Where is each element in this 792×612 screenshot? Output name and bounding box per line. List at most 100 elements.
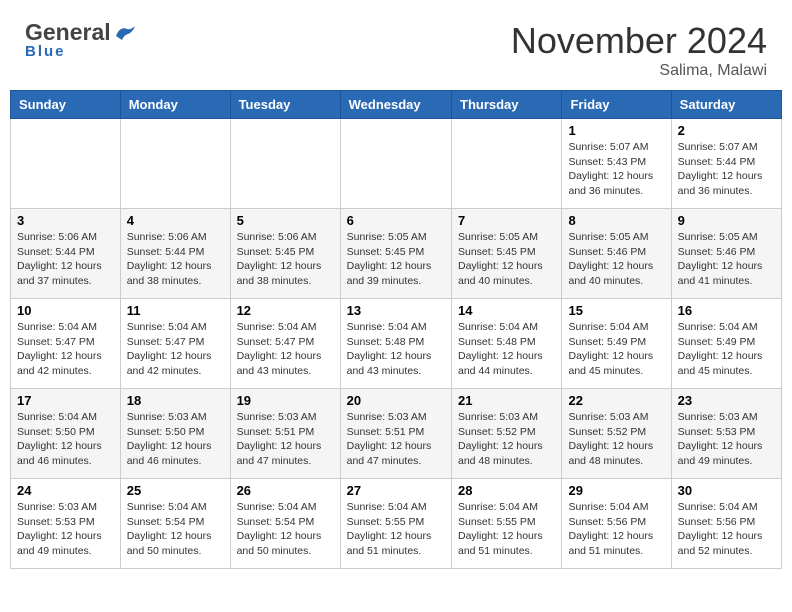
day-number: 8 [568, 213, 664, 228]
calendar-cell: 8 Sunrise: 5:05 AMSunset: 5:46 PMDaylight… [562, 209, 671, 299]
day-number: 21 [458, 393, 555, 408]
col-wednesday: Wednesday [340, 91, 451, 119]
day-info: Sunrise: 5:07 AMSunset: 5:43 PMDaylight:… [568, 140, 664, 199]
day-number: 5 [237, 213, 334, 228]
logo-general: General [25, 20, 111, 45]
calendar-cell [452, 119, 562, 209]
calendar-cell: 12 Sunrise: 5:04 AMSunset: 5:47 PMDayligh… [230, 299, 340, 389]
day-info: Sunrise: 5:05 AMSunset: 5:46 PMDaylight:… [678, 230, 775, 289]
calendar-cell: 26 Sunrise: 5:04 AMSunset: 5:54 PMDayligh… [230, 479, 340, 569]
calendar-cell: 23 Sunrise: 5:03 AMSunset: 5:53 PMDayligh… [671, 389, 781, 479]
day-info: Sunrise: 5:04 AMSunset: 5:49 PMDaylight:… [568, 320, 664, 379]
day-number: 2 [678, 123, 775, 138]
calendar-cell: 10Sunrise: 5:04 AMSunset: 5:47 PMDayligh… [11, 299, 121, 389]
calendar-cell: 16Sunrise: 5:04 AMSunset: 5:49 PMDayligh… [671, 299, 781, 389]
calendar-cell: 21 Sunrise: 5:03 AMSunset: 5:52 PMDayligh… [452, 389, 562, 479]
day-number: 4 [127, 213, 224, 228]
calendar-cell: 22 Sunrise: 5:03 AMSunset: 5:52 PMDayligh… [562, 389, 671, 479]
day-number: 9 [678, 213, 775, 228]
week-row-1: 1 Sunrise: 5:07 AMSunset: 5:43 PMDaylight… [11, 119, 782, 209]
calendar-cell [230, 119, 340, 209]
day-info: Sunrise: 5:03 AMSunset: 5:53 PMDaylight:… [678, 410, 775, 469]
day-info: Sunrise: 5:04 AMSunset: 5:55 PMDaylight:… [458, 500, 555, 559]
location: Salima, Malawi [511, 62, 767, 80]
calendar-cell: 15 Sunrise: 5:04 AMSunset: 5:49 PMDayligh… [562, 299, 671, 389]
day-number: 29 [568, 483, 664, 498]
calendar-cell: 17 Sunrise: 5:04 AMSunset: 5:50 PMDayligh… [11, 389, 121, 479]
day-info: Sunrise: 5:04 AMSunset: 5:48 PMDaylight:… [347, 320, 445, 379]
day-number: 30 [678, 483, 775, 498]
day-info: Sunrise: 5:03 AMSunset: 5:52 PMDaylight:… [458, 410, 555, 469]
day-number: 25 [127, 483, 224, 498]
day-info: Sunrise: 5:06 AMSunset: 5:44 PMDaylight:… [17, 230, 114, 289]
calendar-cell: 24 Sunrise: 5:03 AMSunset: 5:53 PMDayligh… [11, 479, 121, 569]
calendar-cell: 4 Sunrise: 5:06 AMSunset: 5:44 PMDaylight… [120, 209, 230, 299]
day-info: Sunrise: 5:04 AMSunset: 5:56 PMDaylight:… [678, 500, 775, 559]
calendar-cell: 28 Sunrise: 5:04 AMSunset: 5:55 PMDayligh… [452, 479, 562, 569]
calendar-cell: 11Sunrise: 5:04 AMSunset: 5:47 PMDayligh… [120, 299, 230, 389]
day-number: 24 [17, 483, 114, 498]
day-number: 12 [237, 303, 334, 318]
day-info: Sunrise: 5:03 AMSunset: 5:52 PMDaylight:… [568, 410, 664, 469]
page-header: General Blue November 2024 Salima, Malaw… [10, 10, 782, 85]
calendar-cell: 13Sunrise: 5:04 AMSunset: 5:48 PMDayligh… [340, 299, 451, 389]
day-info: Sunrise: 5:07 AMSunset: 5:44 PMDaylight:… [678, 140, 775, 199]
day-info: Sunrise: 5:04 AMSunset: 5:47 PMDaylight:… [127, 320, 224, 379]
col-thursday: Thursday [452, 91, 562, 119]
calendar-cell: 5 Sunrise: 5:06 AMSunset: 5:45 PMDaylight… [230, 209, 340, 299]
calendar-cell: 14Sunrise: 5:04 AMSunset: 5:48 PMDayligh… [452, 299, 562, 389]
week-row-3: 10Sunrise: 5:04 AMSunset: 5:47 PMDayligh… [11, 299, 782, 389]
day-number: 28 [458, 483, 555, 498]
day-number: 22 [568, 393, 664, 408]
day-number: 1 [568, 123, 664, 138]
calendar-cell: 1 Sunrise: 5:07 AMSunset: 5:43 PMDaylight… [562, 119, 671, 209]
day-number: 3 [17, 213, 114, 228]
calendar-header-row: Sunday Monday Tuesday Wednesday Thursday… [11, 91, 782, 119]
day-info: Sunrise: 5:04 AMSunset: 5:54 PMDaylight:… [237, 500, 334, 559]
col-sunday: Sunday [11, 91, 121, 119]
col-monday: Monday [120, 91, 230, 119]
day-info: Sunrise: 5:03 AMSunset: 5:51 PMDaylight:… [347, 410, 445, 469]
month-title: November 2024 [511, 20, 767, 62]
calendar-cell: 9 Sunrise: 5:05 AMSunset: 5:46 PMDaylight… [671, 209, 781, 299]
week-row-2: 3 Sunrise: 5:06 AMSunset: 5:44 PMDaylight… [11, 209, 782, 299]
calendar-cell: 25 Sunrise: 5:04 AMSunset: 5:54 PMDayligh… [120, 479, 230, 569]
day-info: Sunrise: 5:04 AMSunset: 5:50 PMDaylight:… [17, 410, 114, 469]
day-number: 26 [237, 483, 334, 498]
day-info: Sunrise: 5:04 AMSunset: 5:47 PMDaylight:… [237, 320, 334, 379]
col-saturday: Saturday [671, 91, 781, 119]
day-info: Sunrise: 5:05 AMSunset: 5:45 PMDaylight:… [347, 230, 445, 289]
day-info: Sunrise: 5:05 AMSunset: 5:45 PMDaylight:… [458, 230, 555, 289]
day-number: 17 [17, 393, 114, 408]
day-number: 27 [347, 483, 445, 498]
calendar-cell [120, 119, 230, 209]
day-info: Sunrise: 5:05 AMSunset: 5:46 PMDaylight:… [568, 230, 664, 289]
calendar-cell: 6 Sunrise: 5:05 AMSunset: 5:45 PMDaylight… [340, 209, 451, 299]
day-info: Sunrise: 5:04 AMSunset: 5:55 PMDaylight:… [347, 500, 445, 559]
calendar-table: Sunday Monday Tuesday Wednesday Thursday… [10, 90, 782, 569]
calendar-cell: 2 Sunrise: 5:07 AMSunset: 5:44 PMDaylight… [671, 119, 781, 209]
day-info: Sunrise: 5:06 AMSunset: 5:44 PMDaylight:… [127, 230, 224, 289]
calendar-cell: 30 Sunrise: 5:04 AMSunset: 5:56 PMDayligh… [671, 479, 781, 569]
logo-blue-text: Blue [25, 43, 137, 60]
calendar-cell: 29Sunrise: 5:04 AMSunset: 5:56 PMDayligh… [562, 479, 671, 569]
day-number: 23 [678, 393, 775, 408]
calendar-cell: 27 Sunrise: 5:04 AMSunset: 5:55 PMDayligh… [340, 479, 451, 569]
day-info: Sunrise: 5:04 AMSunset: 5:54 PMDaylight:… [127, 500, 224, 559]
col-tuesday: Tuesday [230, 91, 340, 119]
day-number: 18 [127, 393, 224, 408]
bird-icon [113, 24, 137, 42]
week-row-5: 24 Sunrise: 5:03 AMSunset: 5:53 PMDayligh… [11, 479, 782, 569]
day-info: Sunrise: 5:06 AMSunset: 5:45 PMDaylight:… [237, 230, 334, 289]
day-info: Sunrise: 5:03 AMSunset: 5:51 PMDaylight:… [237, 410, 334, 469]
day-number: 14 [458, 303, 555, 318]
calendar-cell: 3 Sunrise: 5:06 AMSunset: 5:44 PMDaylight… [11, 209, 121, 299]
calendar-cell: 7Sunrise: 5:05 AMSunset: 5:45 PMDaylight… [452, 209, 562, 299]
calendar-cell: 19Sunrise: 5:03 AMSunset: 5:51 PMDayligh… [230, 389, 340, 479]
day-info: Sunrise: 5:03 AMSunset: 5:50 PMDaylight:… [127, 410, 224, 469]
day-number: 20 [347, 393, 445, 408]
day-info: Sunrise: 5:03 AMSunset: 5:53 PMDaylight:… [17, 500, 114, 559]
day-number: 6 [347, 213, 445, 228]
day-number: 15 [568, 303, 664, 318]
day-info: Sunrise: 5:04 AMSunset: 5:49 PMDaylight:… [678, 320, 775, 379]
